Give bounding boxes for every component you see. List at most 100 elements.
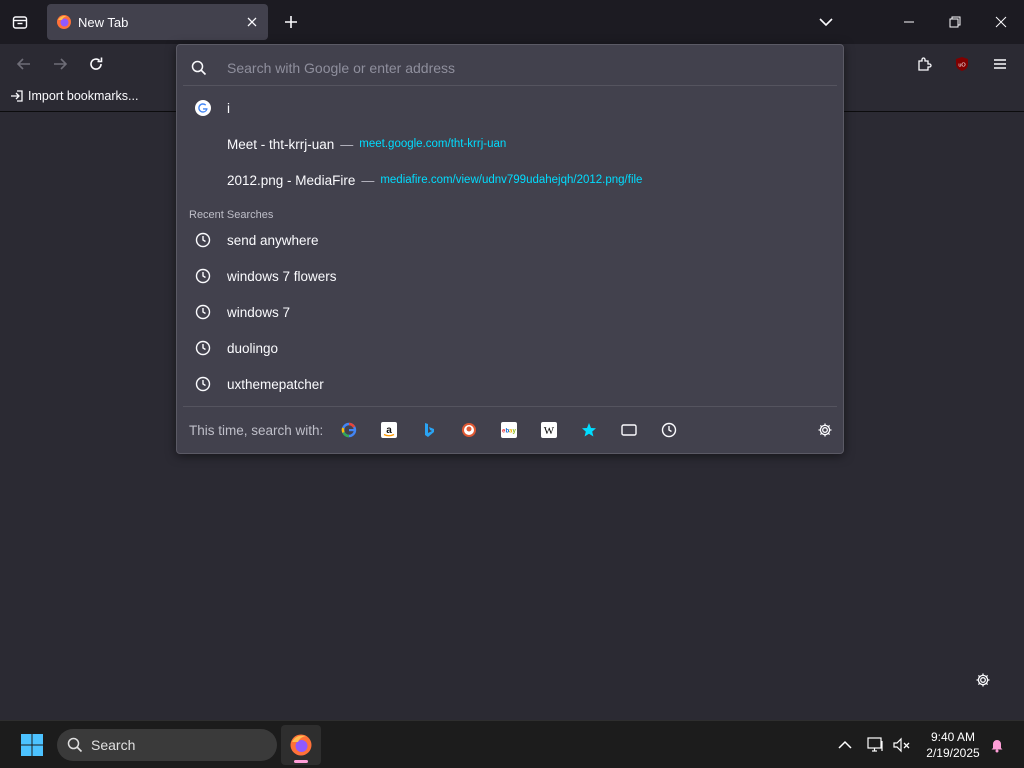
- notifications-button[interactable]: [985, 733, 1009, 757]
- import-bookmarks-button[interactable]: Import bookmarks...: [10, 89, 138, 103]
- recent-searches-header: Recent Searches: [189, 209, 274, 221]
- clock-time: 9:40 AM: [930, 730, 976, 744]
- tab-strip: New Tab: [0, 0, 1024, 44]
- suggestion-url: mediafire.com/view/udnv799udahejqh/2012.…: [380, 174, 643, 186]
- plus-icon: [284, 15, 298, 29]
- recent-search-text: send anywhere: [227, 232, 319, 248]
- bing-icon[interactable]: [419, 420, 439, 440]
- puzzle-icon: [916, 56, 932, 72]
- recent-search-text: uxthemepatcher: [227, 376, 324, 392]
- recent-search-row[interactable]: send anywhere: [183, 224, 837, 256]
- url-suggestion-row[interactable]: 2012.png - MediaFire — mediafire.com/vie…: [183, 164, 837, 196]
- app-menu-button[interactable]: [986, 50, 1014, 78]
- bookmarks-star-icon[interactable]: [579, 420, 599, 440]
- windows-logo-icon: [20, 733, 44, 757]
- google-icon: [193, 98, 213, 118]
- firefox-view-icon: [12, 14, 28, 30]
- urlbar[interactable]: [185, 51, 835, 85]
- google-icon[interactable]: [339, 420, 359, 440]
- close-icon: [995, 16, 1007, 28]
- recent-search-text: windows 7: [227, 304, 291, 320]
- urlbar-results-panel: i Meet - tht-krrj-uan — meet.google.com/…: [176, 44, 844, 454]
- history-clock-icon: [193, 302, 213, 322]
- list-all-tabs-button[interactable]: [812, 8, 840, 36]
- divider: [183, 406, 837, 407]
- url-input[interactable]: [227, 60, 787, 76]
- recent-search-text: duolingo: [227, 340, 279, 356]
- wikipedia-icon[interactable]: W: [539, 420, 559, 440]
- newtab-settings-button[interactable]: [971, 668, 995, 692]
- reload-button[interactable]: [82, 50, 110, 78]
- show-hidden-icons-button[interactable]: [833, 733, 857, 757]
- system-clock[interactable]: 9:40 AM 2/19/2025: [918, 729, 988, 761]
- suggestion-text: i: [227, 100, 230, 116]
- restore-icon: [949, 16, 961, 28]
- close-icon: [247, 17, 257, 27]
- hamburger-menu-icon: [993, 57, 1007, 71]
- import-icon: [10, 89, 24, 103]
- forward-button[interactable]: [46, 50, 74, 78]
- firefox-view-button[interactable]: [6, 8, 34, 36]
- ublock-shield-icon: uO: [954, 56, 970, 72]
- history-clock-icon: [193, 374, 213, 394]
- reload-icon: [88, 56, 104, 72]
- restore-button[interactable]: [932, 0, 978, 44]
- extensions-button[interactable]: [910, 50, 938, 78]
- history-icon[interactable]: [659, 420, 679, 440]
- url-suggestion-row[interactable]: Meet - tht-krrj-uan — meet.google.com/th…: [183, 128, 837, 160]
- volume-button[interactable]: [890, 733, 914, 757]
- one-off-search-label: This time, search with:: [189, 422, 324, 438]
- recent-search-row[interactable]: uxthemepatcher: [183, 368, 837, 400]
- new-tab-button[interactable]: [277, 8, 305, 36]
- bell-icon: [989, 737, 1005, 753]
- chevron-up-icon: [838, 740, 852, 750]
- svg-text:W: W: [544, 425, 555, 437]
- amazon-icon[interactable]: a: [379, 420, 399, 440]
- tab-title: New Tab: [78, 14, 129, 30]
- network-icon: [867, 737, 885, 753]
- taskbar-search-box[interactable]: Search: [57, 729, 277, 761]
- duckduckgo-icon[interactable]: [459, 420, 479, 440]
- firefox-logo-icon: [289, 733, 313, 757]
- tab-close-button[interactable]: [240, 10, 264, 34]
- suggestion-title: Meet - tht-krrj-uan: [227, 136, 335, 152]
- search-icon: [67, 737, 83, 753]
- back-button[interactable]: [10, 50, 38, 78]
- search-icon: [191, 60, 215, 76]
- suggestion-title: 2012.png - MediaFire: [227, 172, 356, 188]
- recent-search-row[interactable]: duolingo: [183, 332, 837, 364]
- start-button[interactable]: [14, 729, 50, 761]
- history-clock-icon: [193, 266, 213, 286]
- ebay-icon[interactable]: ebay: [499, 420, 519, 440]
- import-bookmarks-label: Import bookmarks...: [28, 89, 139, 103]
- tabs-icon[interactable]: [619, 420, 639, 440]
- svg-text:a: a: [386, 425, 392, 436]
- suggestion-url: meet.google.com/tht-krrj-uan: [359, 138, 507, 150]
- one-off-search-bar: This time, search with: a ebay W: [177, 410, 845, 450]
- taskbar-firefox-button[interactable]: [281, 725, 321, 765]
- suggestion-separator: —: [340, 136, 354, 152]
- svg-text:uO: uO: [958, 63, 966, 69]
- ublock-origin-button[interactable]: uO: [948, 50, 976, 78]
- gear-icon: [817, 422, 833, 438]
- arrow-left-icon: [16, 56, 32, 72]
- history-clock-icon: [193, 338, 213, 358]
- network-button[interactable]: [864, 733, 888, 757]
- volume-muted-icon: [893, 737, 911, 753]
- search-suggestion-row[interactable]: i: [183, 92, 837, 124]
- recent-search-row[interactable]: windows 7: [183, 296, 837, 328]
- minimize-button[interactable]: [886, 0, 932, 44]
- arrow-right-icon: [52, 56, 68, 72]
- divider: [183, 85, 837, 86]
- gear-icon: [975, 672, 991, 688]
- windows-taskbar: Search 9:40 AM 2/19/2025: [0, 720, 1024, 768]
- recent-search-row[interactable]: windows 7 flowers: [183, 260, 837, 292]
- minimize-icon: [903, 16, 915, 28]
- tab-new-tab[interactable]: New Tab: [47, 4, 268, 40]
- search-settings-button[interactable]: [815, 420, 835, 440]
- taskbar-search-label: Search: [91, 737, 136, 753]
- running-indicator: [294, 760, 308, 763]
- firefox-logo-icon: [56, 14, 72, 30]
- chevron-down-icon: [819, 17, 833, 27]
- window-close-button[interactable]: [978, 0, 1024, 44]
